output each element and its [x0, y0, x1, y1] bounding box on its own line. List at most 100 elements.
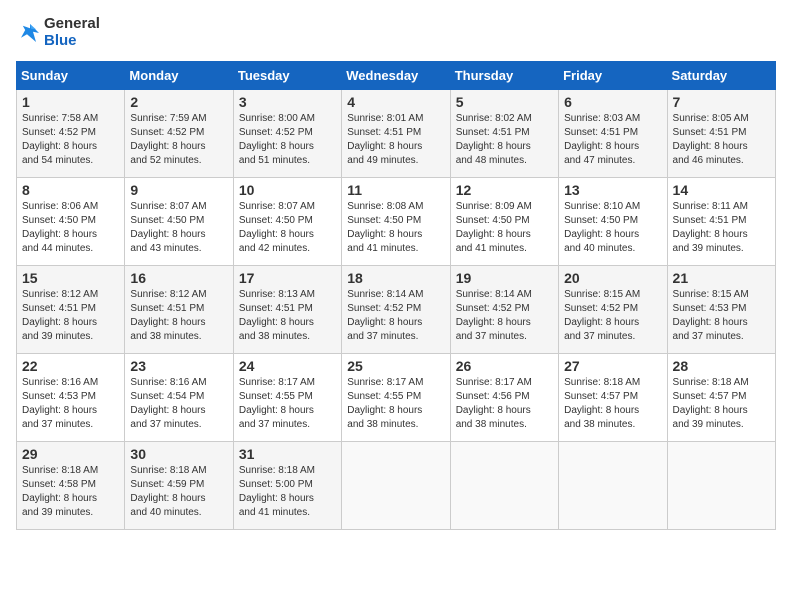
day-number: 3 [239, 94, 336, 110]
day-info: Sunrise: 8:01 AMSunset: 4:51 PMDaylight:… [347, 112, 444, 168]
calendar-table: SundayMondayTuesdayWednesdayThursdayFrid… [16, 61, 776, 530]
day-header-friday: Friday [559, 62, 667, 90]
day-number: 26 [456, 358, 553, 374]
calendar-day-cell: 27 Sunrise: 8:18 AMSunset: 4:57 PMDaylig… [559, 354, 667, 442]
calendar-day-cell: 16 Sunrise: 8:12 AMSunset: 4:51 PMDaylig… [125, 266, 233, 354]
day-number: 11 [347, 182, 444, 198]
day-info: Sunrise: 8:18 AMSunset: 4:58 PMDaylight:… [22, 464, 119, 520]
day-number: 24 [239, 358, 336, 374]
day-info: Sunrise: 8:18 AMSunset: 4:59 PMDaylight:… [130, 464, 227, 520]
calendar-day-cell: 11 Sunrise: 8:08 AMSunset: 4:50 PMDaylig… [342, 178, 450, 266]
calendar-day-cell [342, 442, 450, 530]
day-info: Sunrise: 8:15 AMSunset: 4:53 PMDaylight:… [673, 288, 770, 344]
calendar-week-3: 15 Sunrise: 8:12 AMSunset: 4:51 PMDaylig… [17, 266, 776, 354]
day-number: 25 [347, 358, 444, 374]
day-number: 20 [564, 270, 661, 286]
day-number: 12 [456, 182, 553, 198]
calendar-day-cell: 8 Sunrise: 8:06 AMSunset: 4:50 PMDayligh… [17, 178, 125, 266]
calendar-day-cell: 23 Sunrise: 8:16 AMSunset: 4:54 PMDaylig… [125, 354, 233, 442]
day-number: 28 [673, 358, 770, 374]
day-info: Sunrise: 8:07 AMSunset: 4:50 PMDaylight:… [130, 200, 227, 256]
calendar-day-cell: 9 Sunrise: 8:07 AMSunset: 4:50 PMDayligh… [125, 178, 233, 266]
calendar-day-cell: 31 Sunrise: 8:18 AMSunset: 5:00 PMDaylig… [233, 442, 341, 530]
calendar-day-cell: 17 Sunrise: 8:13 AMSunset: 4:51 PMDaylig… [233, 266, 341, 354]
day-info: Sunrise: 8:18 AMSunset: 4:57 PMDaylight:… [673, 376, 770, 432]
day-number: 6 [564, 94, 661, 110]
day-number: 31 [239, 446, 336, 462]
calendar-day-cell: 6 Sunrise: 8:03 AMSunset: 4:51 PMDayligh… [559, 90, 667, 178]
day-info: Sunrise: 8:02 AMSunset: 4:51 PMDaylight:… [456, 112, 553, 168]
day-info: Sunrise: 8:14 AMSunset: 4:52 PMDaylight:… [347, 288, 444, 344]
calendar-day-cell: 5 Sunrise: 8:02 AMSunset: 4:51 PMDayligh… [450, 90, 558, 178]
calendar-day-cell: 1 Sunrise: 7:58 AMSunset: 4:52 PMDayligh… [17, 90, 125, 178]
day-number: 7 [673, 94, 770, 110]
day-number: 16 [130, 270, 227, 286]
day-info: Sunrise: 8:00 AMSunset: 4:52 PMDaylight:… [239, 112, 336, 168]
calendar-day-cell: 28 Sunrise: 8:18 AMSunset: 4:57 PMDaylig… [667, 354, 775, 442]
calendar-day-cell: 19 Sunrise: 8:14 AMSunset: 4:52 PMDaylig… [450, 266, 558, 354]
calendar-day-cell: 13 Sunrise: 8:10 AMSunset: 4:50 PMDaylig… [559, 178, 667, 266]
day-number: 15 [22, 270, 119, 286]
day-number: 18 [347, 270, 444, 286]
day-number: 4 [347, 94, 444, 110]
calendar-day-cell: 29 Sunrise: 8:18 AMSunset: 4:58 PMDaylig… [17, 442, 125, 530]
calendar-day-cell: 15 Sunrise: 8:12 AMSunset: 4:51 PMDaylig… [17, 266, 125, 354]
day-number: 13 [564, 182, 661, 198]
day-info: Sunrise: 8:16 AMSunset: 4:53 PMDaylight:… [22, 376, 119, 432]
calendar-day-cell: 12 Sunrise: 8:09 AMSunset: 4:50 PMDaylig… [450, 178, 558, 266]
day-header-monday: Monday [125, 62, 233, 90]
day-info: Sunrise: 7:59 AMSunset: 4:52 PMDaylight:… [130, 112, 227, 168]
day-info: Sunrise: 8:16 AMSunset: 4:54 PMDaylight:… [130, 376, 227, 432]
day-number: 8 [22, 182, 119, 198]
day-info: Sunrise: 8:18 AMSunset: 4:57 PMDaylight:… [564, 376, 661, 432]
day-number: 19 [456, 270, 553, 286]
calendar-day-cell: 30 Sunrise: 8:18 AMSunset: 4:59 PMDaylig… [125, 442, 233, 530]
day-number: 10 [239, 182, 336, 198]
calendar-week-2: 8 Sunrise: 8:06 AMSunset: 4:50 PMDayligh… [17, 178, 776, 266]
calendar-day-cell [667, 442, 775, 530]
calendar-day-cell: 4 Sunrise: 8:01 AMSunset: 4:51 PMDayligh… [342, 90, 450, 178]
calendar-day-cell: 7 Sunrise: 8:05 AMSunset: 4:51 PMDayligh… [667, 90, 775, 178]
logo-text: General Blue [44, 16, 100, 49]
day-info: Sunrise: 8:09 AMSunset: 4:50 PMDaylight:… [456, 200, 553, 256]
day-info: Sunrise: 8:08 AMSunset: 4:50 PMDaylight:… [347, 200, 444, 256]
day-number: 29 [22, 446, 119, 462]
day-info: Sunrise: 8:12 AMSunset: 4:51 PMDaylight:… [130, 288, 227, 344]
calendar-day-cell: 22 Sunrise: 8:16 AMSunset: 4:53 PMDaylig… [17, 354, 125, 442]
day-number: 23 [130, 358, 227, 374]
day-info: Sunrise: 8:17 AMSunset: 4:56 PMDaylight:… [456, 376, 553, 432]
calendar-week-1: 1 Sunrise: 7:58 AMSunset: 4:52 PMDayligh… [17, 90, 776, 178]
day-info: Sunrise: 8:18 AMSunset: 5:00 PMDaylight:… [239, 464, 336, 520]
calendar-day-cell: 24 Sunrise: 8:17 AMSunset: 4:55 PMDaylig… [233, 354, 341, 442]
calendar-day-cell: 25 Sunrise: 8:17 AMSunset: 4:55 PMDaylig… [342, 354, 450, 442]
calendar-week-5: 29 Sunrise: 8:18 AMSunset: 4:58 PMDaylig… [17, 442, 776, 530]
day-number: 9 [130, 182, 227, 198]
day-number: 27 [564, 358, 661, 374]
day-info: Sunrise: 7:58 AMSunset: 4:52 PMDaylight:… [22, 112, 119, 168]
day-info: Sunrise: 8:11 AMSunset: 4:51 PMDaylight:… [673, 200, 770, 256]
day-info: Sunrise: 8:13 AMSunset: 4:51 PMDaylight:… [239, 288, 336, 344]
day-header-thursday: Thursday [450, 62, 558, 90]
day-info: Sunrise: 8:07 AMSunset: 4:50 PMDaylight:… [239, 200, 336, 256]
day-header-saturday: Saturday [667, 62, 775, 90]
calendar-day-cell: 18 Sunrise: 8:14 AMSunset: 4:52 PMDaylig… [342, 266, 450, 354]
day-number: 1 [22, 94, 119, 110]
day-header-sunday: Sunday [17, 62, 125, 90]
day-header-tuesday: Tuesday [233, 62, 341, 90]
calendar-header-row: SundayMondayTuesdayWednesdayThursdayFrid… [17, 62, 776, 90]
calendar-day-cell: 21 Sunrise: 8:15 AMSunset: 4:53 PMDaylig… [667, 266, 775, 354]
calendar-day-cell: 10 Sunrise: 8:07 AMSunset: 4:50 PMDaylig… [233, 178, 341, 266]
day-info: Sunrise: 8:15 AMSunset: 4:52 PMDaylight:… [564, 288, 661, 344]
calendar-day-cell [559, 442, 667, 530]
day-number: 22 [22, 358, 119, 374]
calendar-week-4: 22 Sunrise: 8:16 AMSunset: 4:53 PMDaylig… [17, 354, 776, 442]
day-info: Sunrise: 8:03 AMSunset: 4:51 PMDaylight:… [564, 112, 661, 168]
day-info: Sunrise: 8:14 AMSunset: 4:52 PMDaylight:… [456, 288, 553, 344]
day-number: 5 [456, 94, 553, 110]
day-number: 2 [130, 94, 227, 110]
day-info: Sunrise: 8:17 AMSunset: 4:55 PMDaylight:… [239, 376, 336, 432]
calendar-day-cell: 2 Sunrise: 7:59 AMSunset: 4:52 PMDayligh… [125, 90, 233, 178]
day-header-wednesday: Wednesday [342, 62, 450, 90]
day-number: 30 [130, 446, 227, 462]
page-header: General Blue [16, 16, 776, 49]
